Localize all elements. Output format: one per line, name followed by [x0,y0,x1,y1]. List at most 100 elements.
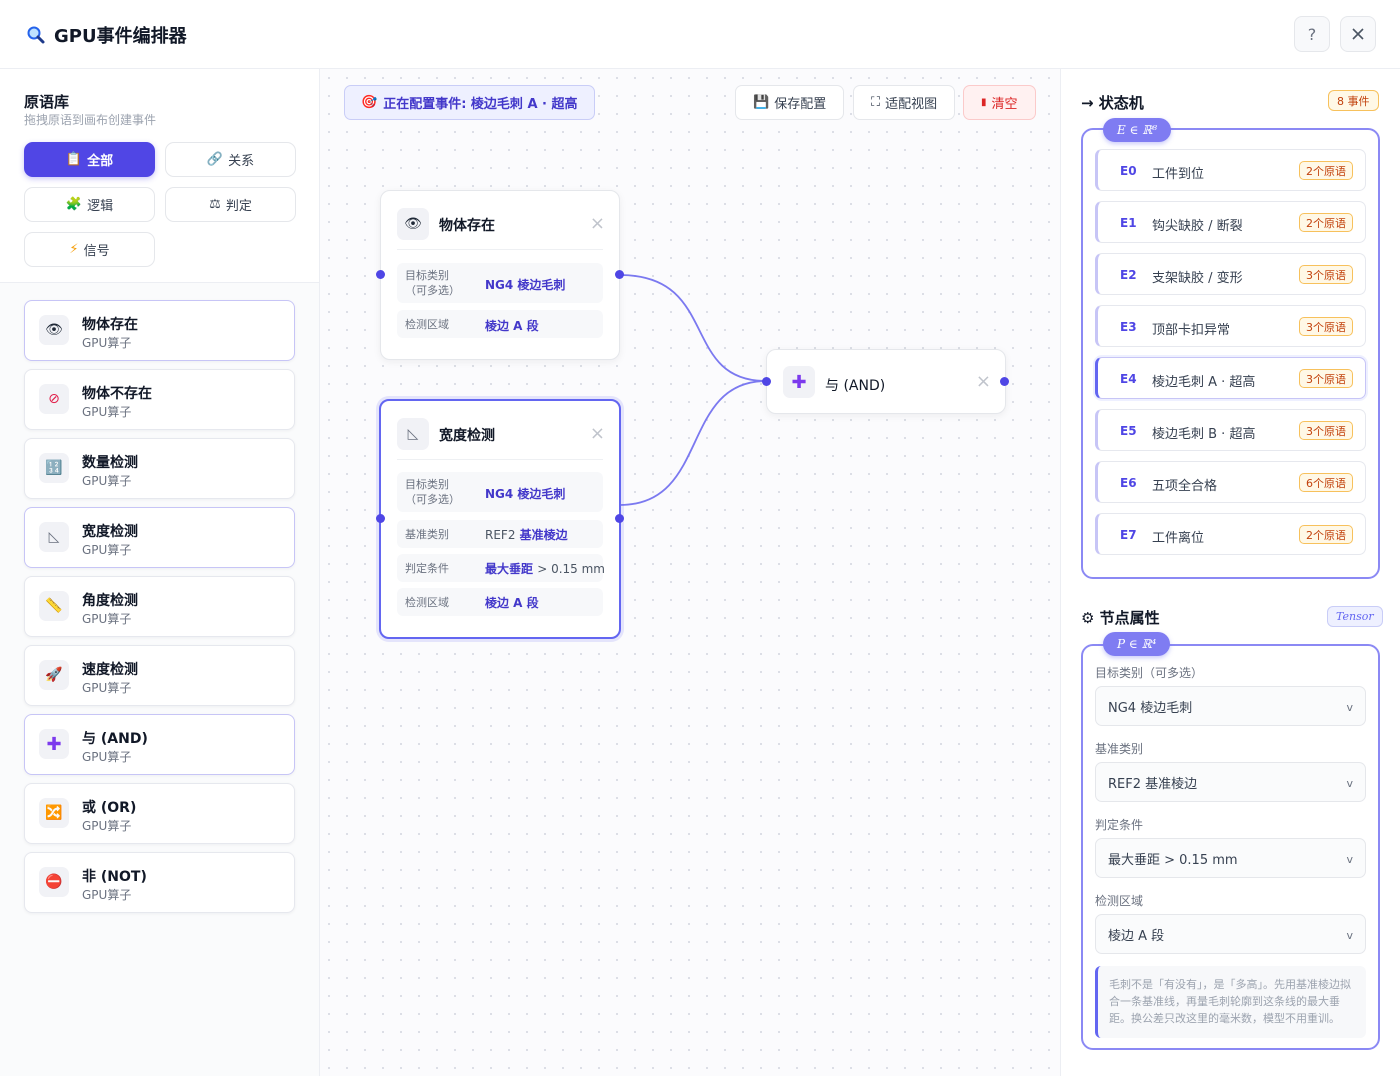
node-prop-row[interactable]: 目标类别 （可多选） NG4 棱边毛刺 [397,263,603,303]
plus-icon: ✚ [783,366,815,398]
close-button[interactable] [1340,16,1376,52]
condition-select[interactable]: 最大垂距 > 0.15 mm v [1095,838,1366,878]
node-props-math-pill: P ∈ ℝ⁴ [1103,632,1171,656]
node-prop-row[interactable]: 目标类别 （可多选） NG4 棱边毛刺 [397,472,603,512]
primitive-sub: GPU算子 [82,612,132,626]
target-icon: 🎯 [361,95,378,110]
event-row-e6[interactable]: E6 五项全合格 6个原语 [1095,461,1366,503]
chevron-down-icon: v [1346,929,1353,942]
primitive-count[interactable]: 🔢 数量检测 GPU算子 [24,438,295,499]
event-row-e2[interactable]: E2 支架缺胶 / 变形 3个原语 [1095,253,1366,295]
event-row-e3[interactable]: E3 顶部卡扣异常 3个原语 [1095,305,1366,347]
primitive-name: 速度检测 [82,662,138,678]
prop-value: REF2 基准棱边 [485,526,568,543]
node-close-icon[interactable]: × [590,213,605,234]
node-prop-row[interactable]: 基准类别 REF2 基准棱边 [397,520,603,548]
node-close-icon[interactable]: × [590,423,605,444]
state-machine-title: → 状态机 [1081,94,1144,112]
event-count: 2个原语 [1299,213,1353,232]
filter-logic[interactable]: 🧩 逻辑 [24,187,155,222]
primitive-library-panel: 原语库 拖拽原语到画布创建事件 📋 全部 🔗 关系 🧩 逻辑 ⚖ 判定 ⚡ 信号… [0,69,320,1076]
event-id: E3 [1120,320,1137,334]
filter-judge[interactable]: ⚖ 判定 [165,187,296,222]
event-name: 顶部卡扣异常 [1152,323,1231,338]
event-row-e7[interactable]: E7 工件离位 2个原语 [1095,513,1366,555]
clear-button[interactable]: ▮ 清空 [963,85,1036,120]
no-entry-icon: ⛔ [39,867,69,897]
prop-value-a: REF2 [485,528,516,542]
primitive-width[interactable]: ◺ 宽度检测 GPU算子 [24,507,295,568]
triangle-ruler-icon: ◺ [397,418,429,450]
primitive-speed[interactable]: 🚀 速度检测 GPU算子 [24,645,295,706]
node-divider [397,249,603,250]
node-prop-row[interactable]: 检测区域 棱边 A 段 [397,588,603,616]
node-and[interactable]: ✚ 与 (AND) × [766,349,1006,414]
event-name: 支架缺胶 / 变形 [1152,271,1243,286]
plus-icon: ✚ [39,729,69,759]
event-row-e4[interactable]: E4 棱边毛刺 A · 超高 3个原语 [1095,357,1366,399]
primitive-not[interactable]: ⛔ 非 (NOT) GPU算子 [24,852,295,913]
prop-value: 棱边 A 段 [485,319,539,333]
node-prop-row[interactable]: 检测区域 棱边 A 段 [397,310,603,338]
primitive-and[interactable]: ✚ 与 (AND) GPU算子 [24,714,295,775]
primitive-object-absent[interactable]: ⊘ 物体不存在 GPU算子 [24,369,295,430]
config-event-tag: 🎯 正在配置事件: 棱边毛刺 A · 超高 [344,85,595,120]
prop-value: NG4 棱边毛刺 [485,278,566,292]
event-row-e5[interactable]: E5 棱边毛刺 B · 超高 3个原语 [1095,409,1366,451]
prop-value: 最大垂距 > 0.15 mm [485,560,605,577]
event-name: 工件离位 [1152,531,1205,546]
save-label: 保存配置 [774,97,827,112]
node-prop-row[interactable]: 判定条件 最大垂距 > 0.15 mm [397,554,605,582]
prop-key: 目标类别 （可多选） [405,478,460,506]
node-close-icon[interactable]: × [976,371,991,392]
event-id: E0 [1120,164,1137,178]
filter-relation[interactable]: 🔗 关系 [165,142,296,177]
save-config-button[interactable]: 💾 保存配置 [735,85,845,120]
primitive-angle[interactable]: 📏 角度检测 GPU算子 [24,576,295,637]
prohibited-icon: ⊘ [39,384,69,414]
node-width-output-port[interactable] [615,514,624,523]
node-exist-input-port[interactable] [376,270,385,279]
event-name: 工件到位 [1152,167,1205,182]
region-select[interactable]: 棱边 A 段 v [1095,914,1366,954]
primitive-name: 与 (AND) [82,731,148,747]
node-and-input-port[interactable] [762,377,771,386]
event-count: 3个原语 [1299,317,1353,336]
state-machine-math-pill: E ∈ ℝ⁸ [1103,118,1172,142]
primitive-name: 非 (NOT) [82,869,147,885]
prop-key: 检测区域 [405,318,449,331]
node-and-output-port[interactable] [1000,377,1009,386]
magnifier-icon [26,25,46,45]
primitive-name: 或 (OR) [82,800,137,816]
filter-relation-label: 关系 [228,154,255,169]
numbers-icon: 🔢 [39,453,69,483]
hint-note: 毛刺不是「有没有」，是「多高」。先用基准棱边拟合一条基准线，再量毛刺轮廓到这条线… [1095,966,1366,1038]
event-id: E4 [1120,372,1137,386]
help-button[interactable]: ? [1294,16,1330,52]
graph-canvas[interactable]: 🎯 正在配置事件: 棱边毛刺 A · 超高 💾 保存配置 ⛶ 适配视图 ▮ 清空… [320,69,1061,1076]
reference-class-select[interactable]: REF2 基准棱边 v [1095,762,1366,802]
node-object-exist[interactable]: 👁 物体存在 × 目标类别 （可多选） NG4 棱边毛刺 检测区域 棱边 A 段 [380,190,620,360]
filter-signal[interactable]: ⚡ 信号 [24,232,155,267]
fit-view-button[interactable]: ⛶ 适配视图 [853,85,956,120]
node-width-input-port[interactable] [376,514,385,523]
target-class-select[interactable]: NG4 棱边毛刺 v [1095,686,1366,726]
filter-all[interactable]: 📋 全部 [24,142,155,177]
primitive-name: 角度检测 [82,593,138,609]
config-event-label: 正在配置事件: 棱边毛刺 A · 超高 [383,97,578,112]
primitive-object-exist[interactable]: 👁 物体存在 GPU算子 [24,300,295,361]
prop-key: 基准类别 [405,528,449,541]
event-count: 2个原语 [1299,525,1353,544]
chevron-down-icon: v [1346,777,1353,790]
event-name: 五项全合格 [1152,479,1218,494]
prop-key: 判定条件 [405,562,449,575]
prop-value-b: 基准棱边 [519,528,568,542]
primitive-or[interactable]: 🔀 或 (OR) GPU算子 [24,783,295,844]
node-exist-output-port[interactable] [615,270,624,279]
event-row-e0[interactable]: E0 工件到位 2个原语 [1095,149,1366,191]
node-width-detect[interactable]: ◺ 宽度检测 × 目标类别 （可多选） NG4 棱边毛刺 基准类别 REF2 基… [379,399,621,639]
event-row-e1[interactable]: E1 钩尖缺胶 / 断裂 2个原语 [1095,201,1366,243]
node-title: 宽度检测 [439,428,495,444]
library-title: 原语库 [24,93,70,111]
event-id: E1 [1120,216,1137,230]
